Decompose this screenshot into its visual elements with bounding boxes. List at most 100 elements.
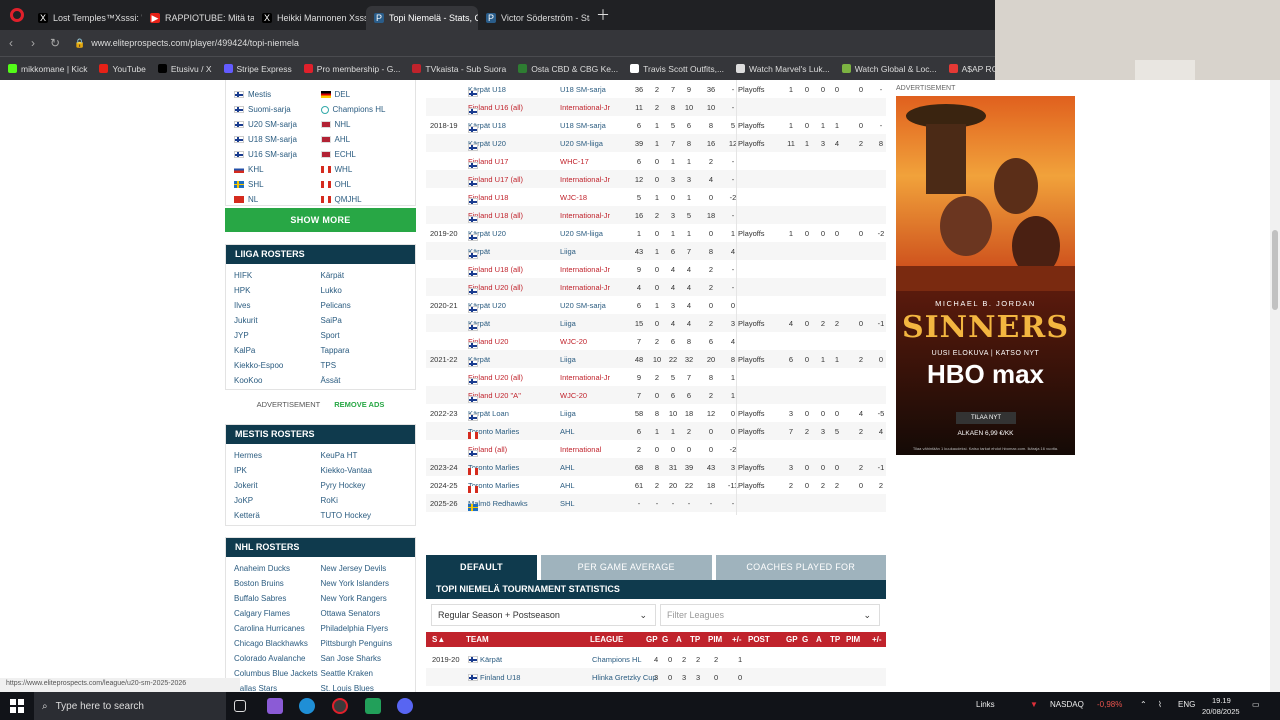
- forward-icon[interactable]: ›: [22, 36, 44, 50]
- team-cell[interactable]: Finland U18 (all): [468, 265, 523, 277]
- bookmark-item[interactable]: YouTube: [99, 64, 146, 74]
- team-cell[interactable]: Toronto Marlies: [468, 463, 519, 475]
- roster-link[interactable]: Chicago Blackhawks: [234, 636, 321, 651]
- column-header[interactable]: PIM: [708, 635, 722, 644]
- column-header[interactable]: POST: [748, 635, 770, 644]
- chevron-up-icon[interactable]: ⌃: [1140, 700, 1147, 709]
- task-view-icon[interactable]: [234, 700, 246, 712]
- new-tab-icon[interactable]: ＋: [596, 5, 610, 25]
- column-header[interactable]: S▲: [432, 635, 445, 644]
- roster-link[interactable]: KeuPa HT: [321, 448, 408, 463]
- roster-link[interactable]: HPK: [234, 283, 321, 298]
- bookmark-item[interactable]: Osta CBD & CBG Ke...: [518, 64, 618, 74]
- team-cell[interactable]: Kärpät U18: [468, 121, 506, 133]
- team-cell[interactable]: Kärpät: [468, 319, 490, 331]
- league-cell[interactable]: AHL: [560, 481, 575, 490]
- team-cell[interactable]: Kärpät Loan: [468, 409, 509, 421]
- league-cell[interactable]: International-Jr: [560, 211, 610, 220]
- column-header[interactable]: G: [662, 635, 668, 644]
- bookmark-item[interactable]: TVkaista - Sub Suora: [412, 64, 506, 74]
- taskbar-search-field[interactable]: ⌕ Type here to search: [34, 692, 226, 720]
- league-cell[interactable]: Hlinka Gretzky Cup: [592, 673, 657, 682]
- show-more-button[interactable]: SHOW MORE: [225, 208, 416, 232]
- roster-link[interactable]: Ketterä: [234, 508, 321, 523]
- league-cell[interactable]: Liiga: [560, 409, 576, 418]
- bookmark-item[interactable]: Watch Global & Loc...: [841, 64, 937, 74]
- roster-link[interactable]: Hermes: [234, 448, 321, 463]
- league-cell[interactable]: Champions HL: [592, 655, 642, 664]
- roster-link[interactable]: Anaheim Ducks: [234, 561, 321, 576]
- league-cell[interactable]: Liiga: [560, 247, 576, 256]
- team-cell[interactable]: Finland U20 (all): [468, 283, 523, 295]
- bookmark-item[interactable]: Etusivu / X: [157, 64, 212, 74]
- roster-link[interactable]: Pyry Hockey: [321, 478, 408, 493]
- roster-link[interactable]: New York Islanders: [321, 576, 408, 591]
- roster-link[interactable]: IPK: [234, 463, 321, 478]
- roster-link[interactable]: Jokerit: [234, 478, 321, 493]
- edge-icon[interactable]: [299, 698, 315, 714]
- roster-link[interactable]: New York Rangers: [321, 591, 408, 606]
- roster-link[interactable]: JoKP: [234, 493, 321, 508]
- team-cell[interactable]: Toronto Marlies: [468, 481, 519, 493]
- league-link[interactable]: Mestis: [234, 87, 321, 102]
- league-cell[interactable]: U18 SM-sarja: [560, 85, 606, 94]
- league-cell[interactable]: AHL: [560, 427, 575, 436]
- league-cell[interactable]: U20 SM-liiga: [560, 139, 603, 148]
- season-type-select[interactable]: Regular Season + Postseason ⌄: [431, 604, 656, 626]
- bookmark-item[interactable]: mikkomane | Kick: [8, 64, 87, 74]
- team-cell[interactable]: Finland U20: [468, 337, 508, 349]
- league-cell[interactable]: WJC-18: [560, 193, 587, 202]
- team-cell[interactable]: Finland U16 (all): [468, 103, 523, 115]
- roster-link[interactable]: HIFK: [234, 268, 321, 283]
- team-cell[interactable]: Finland U18 (all): [468, 211, 523, 223]
- roster-link[interactable]: St. Louis Blues: [321, 681, 408, 692]
- column-header[interactable]: +/-: [872, 635, 882, 644]
- bookmark-item[interactable]: A$AP ROCKY x PU...: [948, 64, 995, 74]
- team-cell[interactable]: Kärpät U18: [468, 85, 506, 97]
- league-link[interactable]: ECHL: [320, 147, 408, 162]
- team-cell[interactable]: Finland U20 "A": [468, 391, 521, 403]
- tournament-tab[interactable]: COACHES PLAYED FOR: [715, 555, 886, 580]
- league-link[interactable]: WHL: [320, 162, 408, 177]
- league-cell[interactable]: WHC-17: [560, 157, 589, 166]
- roster-link[interactable]: SaiPa: [321, 313, 408, 328]
- opera-icon[interactable]: [10, 8, 24, 22]
- roster-link[interactable]: Tappara: [321, 343, 408, 358]
- league-cell[interactable]: International-Jr: [560, 265, 610, 274]
- league-link[interactable]: NL: [234, 192, 321, 207]
- back-icon[interactable]: ‹: [0, 36, 22, 50]
- column-header[interactable]: A: [676, 635, 682, 644]
- league-cell[interactable]: International-Jr: [560, 283, 610, 292]
- bookmark-item[interactable]: Stripe Express: [223, 64, 292, 74]
- league-link[interactable]: SHL: [234, 177, 321, 192]
- roster-link[interactable]: Pelicans: [321, 298, 408, 313]
- league-cell[interactable]: International: [560, 445, 601, 454]
- league-link[interactable]: QMJHL: [320, 192, 408, 207]
- roster-link[interactable]: Boston Bruins: [234, 576, 321, 591]
- network-icon[interactable]: ⌇: [1158, 700, 1162, 709]
- column-header[interactable]: GP: [786, 635, 798, 644]
- url-field[interactable]: 🔒 www.eliteprospects.com/player/499424/t…: [74, 33, 995, 53]
- roster-link[interactable]: Calgary Flames: [234, 606, 321, 621]
- roster-link[interactable]: Philadelphia Flyers: [321, 621, 408, 636]
- league-cell[interactable]: Liiga: [560, 319, 576, 328]
- browser-tab[interactable]: X Lost Temples™Xsssi: "Sor: [30, 6, 142, 30]
- language-label[interactable]: ENG: [1178, 700, 1195, 709]
- discord-icon[interactable]: [397, 698, 413, 714]
- team-cell[interactable]: Finland U17: [468, 157, 508, 169]
- bookmark-item[interactable]: Pro membership - G...: [303, 64, 400, 74]
- team-cell[interactable]: Finland U18: [468, 193, 508, 205]
- column-header[interactable]: TEAM: [466, 635, 489, 644]
- browser-tab[interactable]: P Topi Niemelä - Stats, Cont: [366, 6, 478, 30]
- column-header[interactable]: TP: [690, 635, 700, 644]
- column-header[interactable]: PIM: [846, 635, 860, 644]
- league-cell[interactable]: SHL: [560, 499, 575, 508]
- league-link[interactable]: Champions HL: [320, 102, 408, 117]
- team-cell[interactable]: Kärpät: [468, 247, 490, 259]
- column-header[interactable]: LEAGUE: [590, 635, 623, 644]
- roster-link[interactable]: Columbus Blue Jackets: [234, 666, 321, 681]
- team-cell[interactable]: Toronto Marlies: [468, 427, 519, 439]
- league-cell[interactable]: Liiga: [560, 355, 576, 364]
- column-header[interactable]: GP: [646, 635, 658, 644]
- roster-link[interactable]: Seattle Kraken: [321, 666, 408, 681]
